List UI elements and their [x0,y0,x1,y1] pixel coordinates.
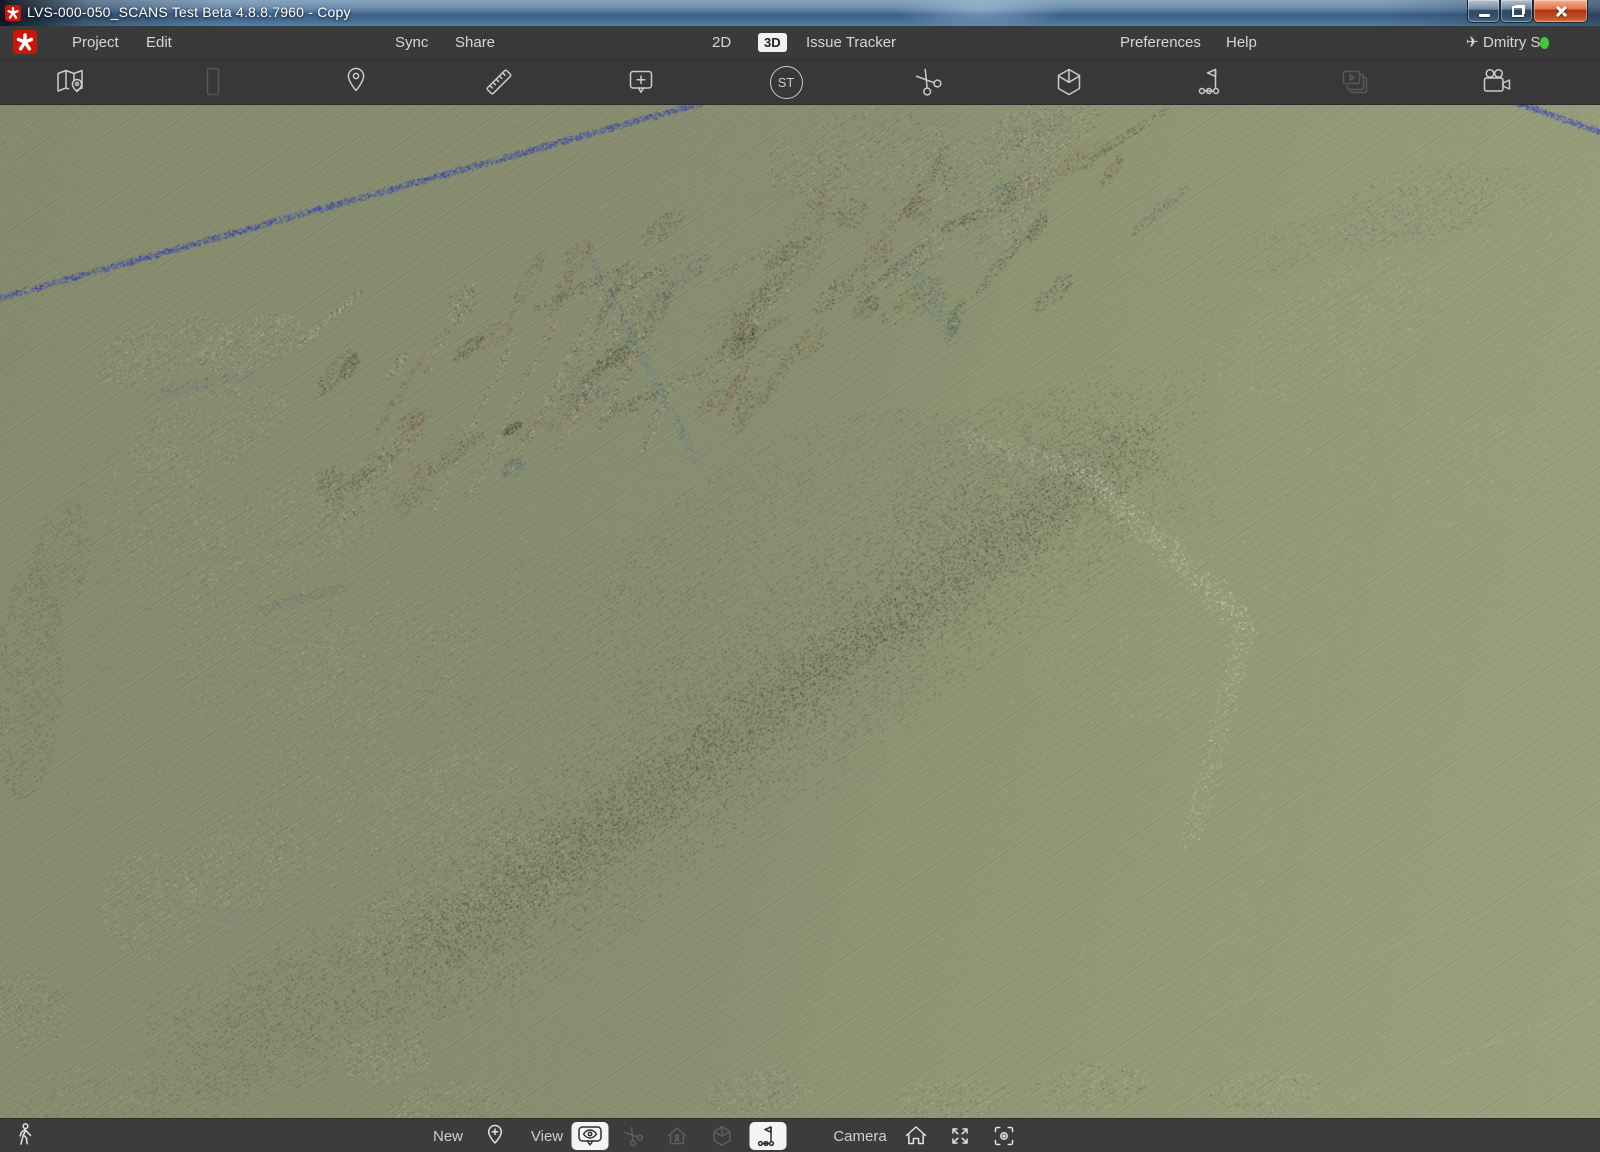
user-name[interactable]: Dmitry S [1483,26,1541,59]
title-bar[interactable]: LVS-000-050_SCANS Test Beta 4.8.8.7960 -… [0,0,1600,27]
walk-mode-icon[interactable] [12,1119,38,1152]
window-controls [1467,0,1588,23]
smart-tag-icon[interactable]: ST [765,61,807,103]
app-logo[interactable] [13,30,37,59]
view-annotations-icon[interactable] [572,1119,609,1152]
user-status-dot [1540,37,1549,49]
tour-path-bottom-icon[interactable] [750,1119,787,1152]
location-pin-icon[interactable] [335,61,377,103]
clip-scissors-icon[interactable] [907,61,949,103]
menu-help[interactable]: Help [1226,26,1257,59]
video-capture-icon[interactable] [1475,61,1517,103]
menu-bar: Project Edit Sync Share 2D 3D Issue Trac… [0,26,1600,60]
add-annotation-icon[interactable] [620,61,662,103]
tour-path-icon[interactable] [1191,61,1233,103]
main-toolbar: ST [0,60,1600,105]
menu-issue-tracker[interactable]: Issue Tracker [806,26,896,59]
mode-2d-button[interactable]: 2D [712,26,731,59]
app-icon [5,5,21,26]
menu-project[interactable]: Project [72,26,119,59]
mode-3d-button[interactable]: 3D [758,33,787,52]
restore-button[interactable] [1500,0,1533,23]
site-home-icon [665,1119,689,1152]
view-label[interactable]: View [531,1119,563,1152]
new-label[interactable]: New [433,1119,463,1152]
application-window: LVS-000-050_SCANS Test Beta 4.8.8.7960 -… [0,0,1600,1152]
close-button[interactable] [1533,0,1588,23]
section-box-icon[interactable] [1048,61,1090,103]
panorama-device-icon [192,61,234,103]
focus-capture-icon[interactable] [991,1119,1017,1152]
menu-preferences[interactable]: Preferences [1120,26,1201,59]
user-prefix-plane-icon: ✈ [1466,26,1479,59]
menu-edit[interactable]: Edit [146,26,172,59]
minimize-button[interactable] [1467,0,1500,23]
bottom-toolbar: New View Camera [0,1118,1600,1152]
map-location-icon[interactable] [49,61,91,103]
point-cloud-canvas[interactable] [0,105,1600,1118]
add-pin-icon[interactable] [484,1119,506,1152]
home-view-icon[interactable] [903,1119,929,1152]
presentation-icon [1334,61,1376,103]
minimize-icon [1479,14,1490,17]
restore-icon [1512,6,1524,17]
viewport-3d[interactable] [0,105,1600,1118]
window-title: LVS-000-050_SCANS Test Beta 4.8.8.7960 -… [27,4,351,20]
smart-tag-label: ST [778,75,795,90]
menu-sync[interactable]: Sync [395,26,428,59]
clip-scissors-bottom-icon [621,1119,645,1152]
measure-ruler-icon[interactable] [478,61,520,103]
camera-label[interactable]: Camera [833,1119,886,1152]
fit-extents-icon[interactable] [947,1119,973,1152]
section-box-bottom-icon [710,1119,734,1152]
menu-share[interactable]: Share [455,26,495,59]
